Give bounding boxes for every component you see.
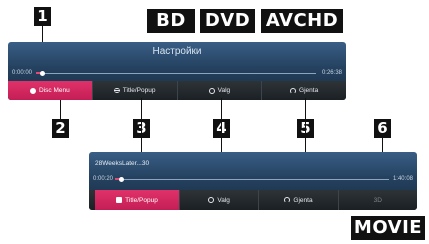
3d-icon: 3D [373,196,382,204]
callout-2: 2 [52,119,69,138]
disc-menu-bar: Disc Menu Title/Popup Valg Gjenta [8,81,346,100]
movie-menu-bar: Title/Popup Valg Gjenta 3D [89,190,417,210]
movie-option-label: Valg [217,196,230,204]
disc-progress-knob[interactable] [40,71,45,76]
movie-title-popup-button[interactable]: Title/Popup [95,190,180,210]
movie-repeat-button[interactable]: Gjenta [259,190,339,210]
disc-progress-track[interactable] [36,73,316,74]
movie-osd-panel: 28WeeksLater...30 0:00:20 1:40:08 Title/… [89,152,417,210]
movie-progress-knob[interactable] [119,177,124,182]
title-popup-button[interactable]: Title/Popup [93,81,178,100]
movie-repeat-label: Gjenta [293,196,313,204]
option-icon [208,197,215,203]
bd-badge: BD [147,9,195,33]
movie-progress-track[interactable] [115,179,389,180]
option-button[interactable]: Valg [178,81,263,100]
title-popup-icon [116,197,123,203]
movie-time-elapsed: 0:00:20 [93,176,114,182]
movie-badge: MOVIE [351,216,425,240]
callout-1: 1 [34,7,51,26]
repeat-label: Gjenta [299,87,319,94]
disc-menu-icon [30,87,37,94]
disc-osd-panel: Настройки 0:00:00 0:26:38 Disc Menu Titl… [8,42,346,100]
movie-osd-title: 28WeeksLater...30 [95,160,150,167]
movie-time-total: 1:40:08 [392,176,413,182]
option-icon [208,87,215,94]
title-popup-icon [113,88,120,93]
disc-menu-button[interactable]: Disc Menu [8,81,93,100]
movie-option-button[interactable]: Valg [180,190,260,210]
avchd-badge: AVCHD [261,9,343,33]
disc-time-total: 0:26:38 [321,70,342,76]
callout-2-leader [60,100,61,119]
disc-menu-label: Disc Menu [39,87,70,94]
disc-osd-header: Настройки [8,42,346,80]
repeat-icon [290,87,297,94]
option-label: Valg [217,87,231,94]
disc-osd-title: Настройки [152,46,202,57]
disc-time-elapsed: 0:00:00 [12,70,33,76]
repeat-icon [284,197,291,203]
movie-3d-button[interactable]: 3D [339,190,417,210]
title-popup-label: Title/Popup [122,87,156,94]
dvd-badge: DVD [200,9,255,33]
movie-title-popup-label: Title/Popup [125,196,158,204]
callout-6: 6 [374,119,391,138]
